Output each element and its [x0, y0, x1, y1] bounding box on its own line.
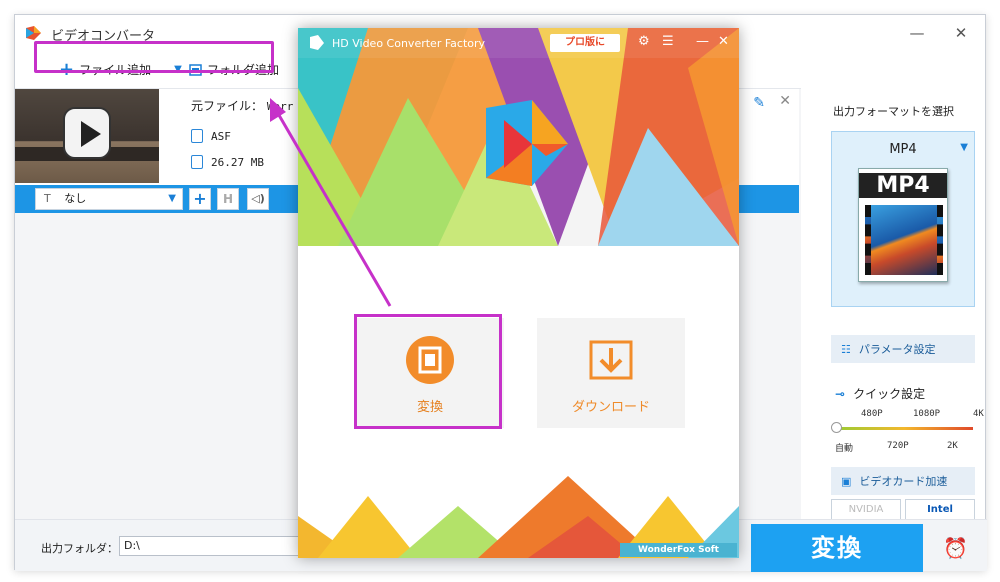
source-file-label: 元ファイル： Worr	[191, 99, 294, 113]
intel-button[interactable]: Intel	[905, 499, 975, 521]
nvidia-button[interactable]: NVIDIA	[831, 499, 901, 521]
mp4-format-icon: MP4	[858, 168, 948, 282]
folder-icon	[191, 155, 203, 169]
close-button[interactable]: ✕	[949, 23, 973, 43]
tick-2k: 2K	[947, 441, 958, 451]
subtitle-select[interactable]: T なし ▼	[35, 188, 183, 210]
parameter-settings-button[interactable]: ☷ パラメータ設定	[831, 335, 975, 363]
param-settings-label: パラメータ設定	[858, 343, 936, 356]
size-row: 26.27 MB	[191, 155, 264, 169]
quality-slider-track[interactable]	[835, 427, 973, 430]
alarm-clock-icon[interactable]: ⏰	[943, 536, 968, 560]
format-name: MP4	[889, 142, 917, 157]
quick-settings-icon: ⊸	[835, 386, 846, 401]
format-value: ASF	[211, 129, 231, 143]
popup-window: HD Video Converter Factory プロ版に ⚙ ☰ — ✕ …	[298, 28, 739, 558]
toolbar-highlight-box	[34, 41, 274, 73]
hdr-button[interactable]: H	[217, 188, 239, 210]
remove-item-icon[interactable]: ✕	[779, 93, 791, 109]
tick-720p: 720P	[887, 441, 909, 451]
output-folder-label: 出力フォルダ：	[41, 542, 118, 555]
app-logo-large-icon	[486, 100, 568, 186]
download-card[interactable]: ダウンロード	[537, 318, 685, 428]
format-card[interactable]: MP4 ▼ MP4	[831, 131, 975, 307]
sliders-icon: ☷	[841, 342, 851, 356]
add-subtitle-button[interactable]: +	[189, 188, 211, 210]
file-icon	[191, 129, 203, 143]
popup-minimize-button[interactable]: —	[696, 34, 709, 49]
video-thumbnail[interactable]	[15, 89, 159, 183]
popup-close-button[interactable]: ✕	[718, 34, 729, 49]
tick-480p: 480P	[861, 409, 883, 419]
menu-icon[interactable]: ☰	[662, 34, 674, 49]
quick-settings: ⊸ クイック設定	[835, 385, 925, 402]
tick-1080p: 1080P	[913, 409, 941, 419]
quality-slider-handle[interactable]	[831, 422, 842, 433]
gpu-vendor-buttons: NVIDIA Intel	[831, 499, 975, 521]
chip-icon: ▣	[841, 474, 852, 488]
size-value: 26.27 MB	[211, 155, 264, 169]
download-icon	[589, 340, 633, 380]
output-format-panel: 出力フォーマットを選択 MP4 ▼ MP4 ☷ パラメータ設定 ⊸ クイック設定…	[821, 89, 987, 521]
format-row: ASF	[191, 129, 231, 143]
mp4-badge: MP4	[859, 173, 947, 198]
play-icon[interactable]	[63, 107, 111, 159]
subtitle-icon: T	[44, 192, 51, 205]
tick-4k: 4K	[973, 409, 984, 419]
subtitle-value: なし	[64, 192, 87, 205]
chevron-down-icon: ▼	[168, 193, 176, 204]
settings-icon[interactable]: ⚙	[638, 34, 650, 49]
film-strip-icon	[865, 205, 943, 275]
output-folder-input[interactable]: D:\	[119, 536, 299, 556]
gpu-acceleration-button[interactable]: ▣ ビデオカード加速	[831, 467, 975, 495]
upgrade-pro-button[interactable]: プロ版に	[550, 34, 620, 52]
download-card-label: ダウンロード	[571, 400, 650, 415]
wonderfox-badge: WonderFox Soft	[620, 543, 737, 557]
audio-track-button[interactable]: ◁)	[247, 188, 269, 210]
convert-card-highlight-box	[354, 314, 502, 429]
popup-title: HD Video Converter Factory	[332, 37, 486, 50]
speaker-icon: ◁)	[251, 192, 265, 205]
select-format-label: 出力フォーマットを選択	[833, 105, 954, 118]
edit-icon[interactable]: ✎	[753, 95, 765, 111]
app-logo-icon	[310, 35, 324, 50]
chevron-down-icon[interactable]: ▼	[960, 142, 968, 153]
app-logo-icon	[26, 26, 41, 40]
minimize-button[interactable]: —	[905, 23, 929, 43]
tick-auto: 自動	[835, 444, 854, 454]
convert-button[interactable]: 変換	[751, 524, 923, 572]
quick-settings-label: クイック設定	[853, 387, 926, 401]
gpu-accel-label: ビデオカード加速	[859, 475, 948, 488]
